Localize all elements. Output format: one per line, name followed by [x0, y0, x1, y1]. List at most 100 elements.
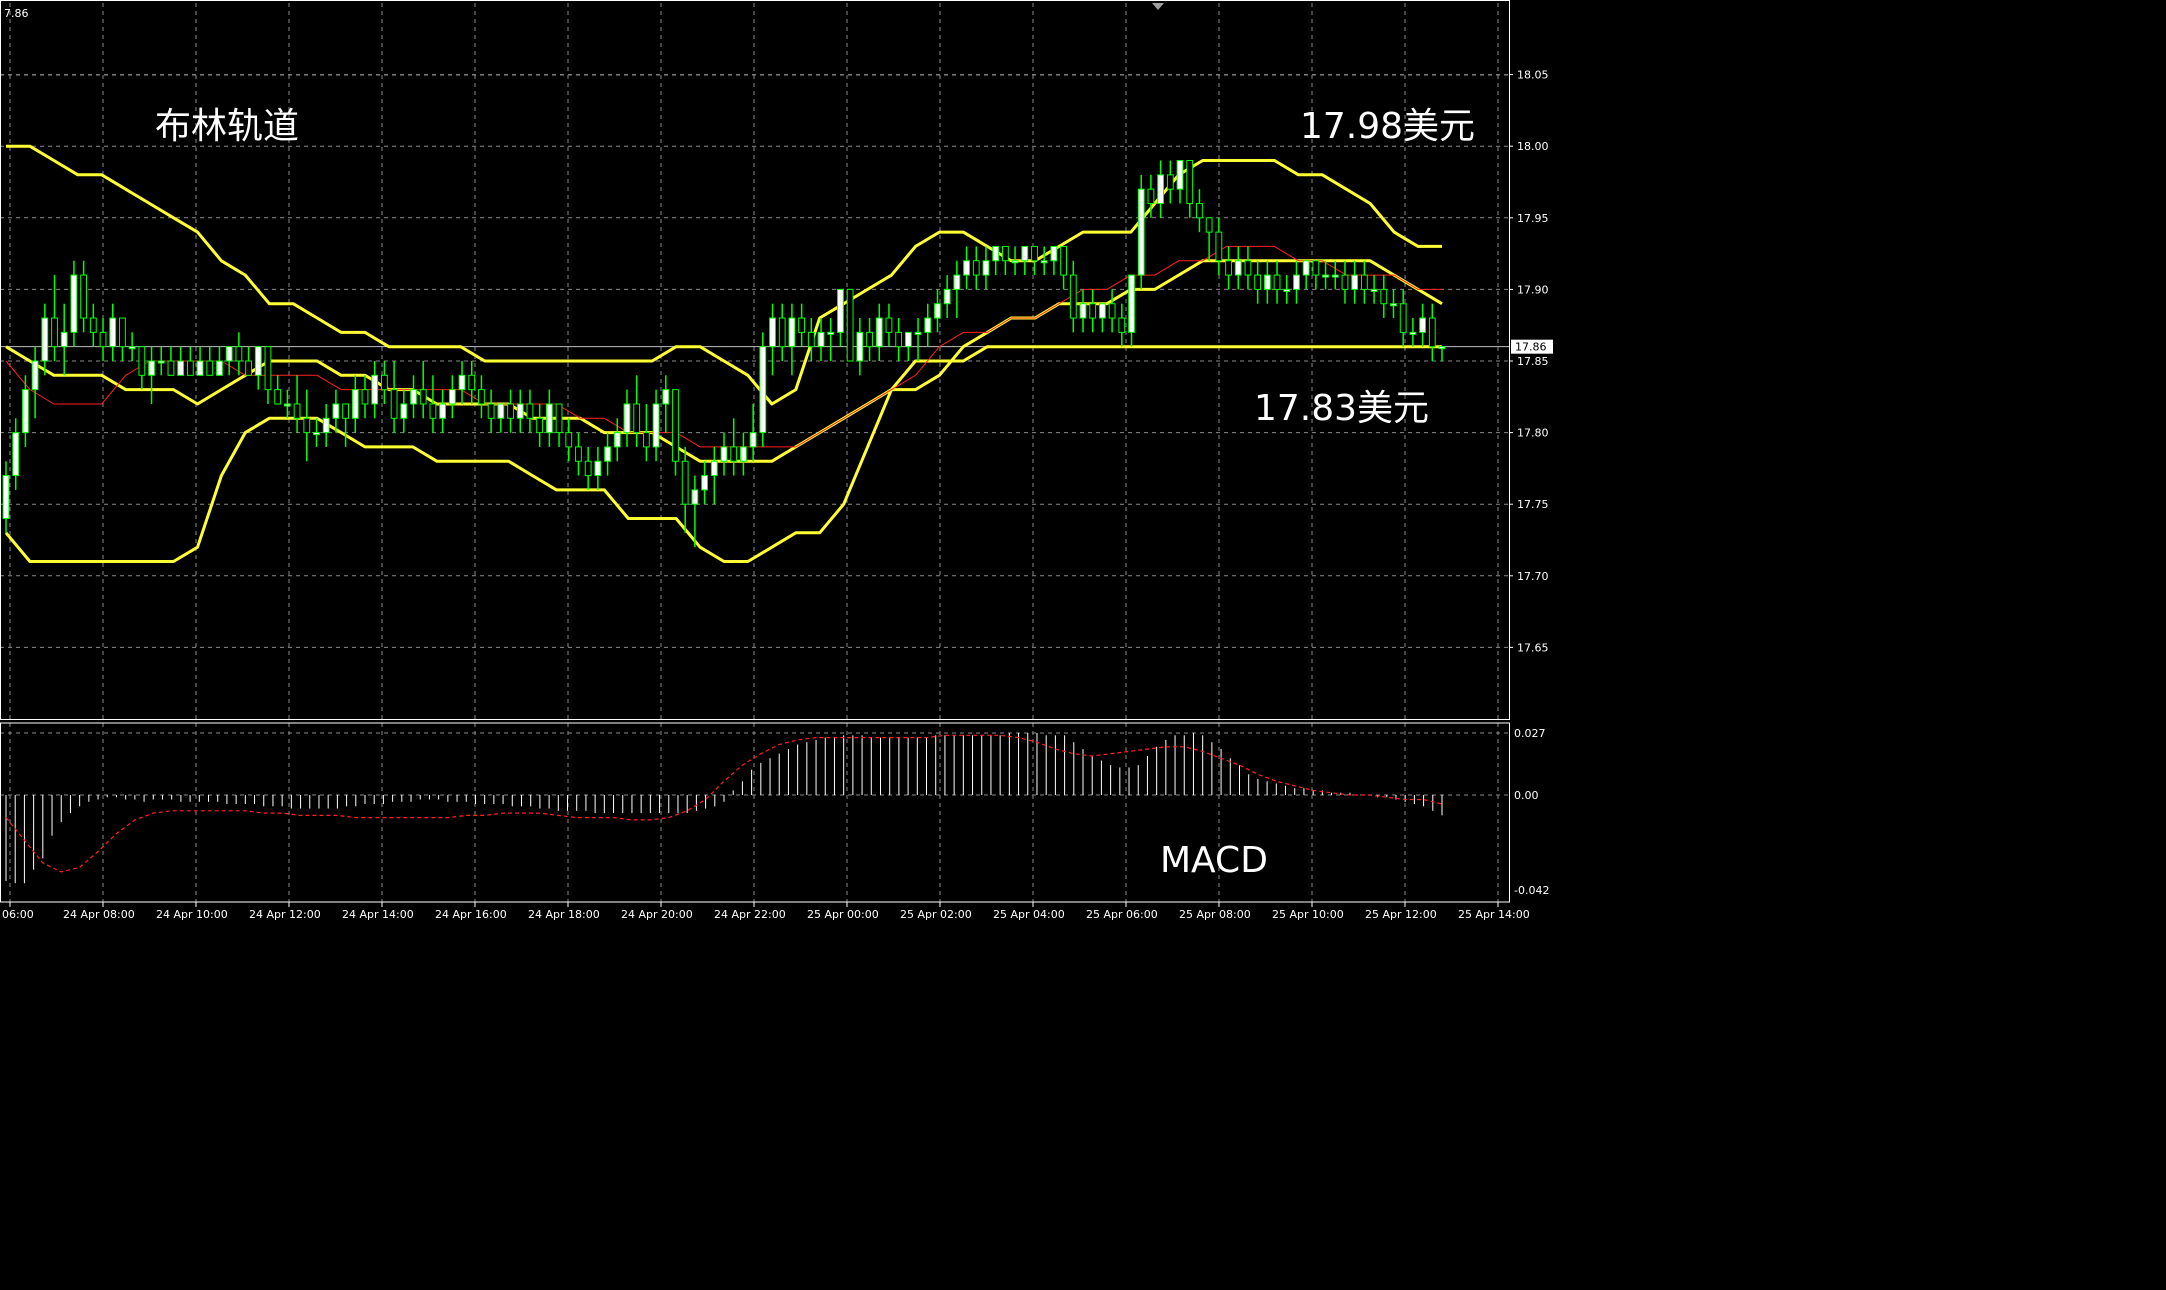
candle-bull	[1128, 274, 1135, 333]
candle-bull	[875, 317, 883, 348]
trading-chart[interactable]: 18.05 18.00 17.95 17.90 17.85 17.80 17.75 17.70…	[0, 0, 1567, 933]
candle-bear	[1225, 260, 1232, 276]
candle-bear	[1399, 303, 1407, 333]
candle-bear	[89, 317, 97, 333]
y-tick-label: 17.75	[1517, 498, 1549, 511]
y-tick-label: 17.65	[1517, 641, 1549, 654]
candle-bull	[1293, 274, 1300, 290]
candle-bull	[439, 403, 447, 419]
candle-bear	[274, 389, 282, 405]
candle-bear	[1360, 274, 1368, 290]
candle-bull	[216, 360, 223, 376]
candle-bull	[1419, 317, 1427, 333]
candle-bear	[1312, 260, 1320, 276]
candle-bull	[943, 288, 951, 305]
candle-bear	[846, 288, 854, 362]
candle-bull	[1137, 188, 1145, 276]
candle-bull	[914, 331, 922, 335]
candle-bear	[186, 360, 194, 376]
candle-bear	[1031, 245, 1038, 262]
candle-bear	[342, 403, 350, 419]
candle-bear	[487, 403, 495, 419]
main-title: 布林轨道	[155, 106, 299, 147]
candle-bear	[672, 389, 679, 462]
y-tick-label: 18.05	[1517, 69, 1549, 82]
macd-y-tick-label: -0.042	[1514, 884, 1549, 897]
candle-bear	[1244, 260, 1252, 276]
candle-bull	[225, 346, 233, 362]
candle-bear	[1186, 160, 1194, 204]
candle-bear	[1166, 174, 1174, 190]
candle-bull	[1176, 160, 1184, 190]
top-left-price: 7.86	[4, 7, 29, 20]
candle-bull	[1370, 288, 1378, 292]
candle-bull	[254, 346, 262, 376]
candle-bull	[1098, 303, 1106, 319]
candle-bull	[759, 346, 767, 434]
candle-bull	[12, 432, 20, 477]
candle-bear	[303, 417, 311, 434]
candle-bull	[313, 432, 320, 436]
candle-bull	[1302, 260, 1310, 276]
candle-bull	[1409, 331, 1417, 335]
candle-bear	[1196, 202, 1203, 219]
candle-bear	[642, 432, 650, 448]
x-tick-label: 25 Apr 06:00	[1086, 908, 1158, 921]
candle-bear	[80, 274, 88, 319]
candle-bull	[2, 475, 10, 520]
x-tick-label: 25 Apr 08:00	[1179, 908, 1251, 921]
candle-bull	[1157, 174, 1165, 204]
lower-price-annotation: 17.83美元	[1254, 388, 1429, 429]
candle-bull	[458, 374, 466, 391]
candle-bear	[1428, 317, 1436, 348]
y-tick-label: 17.70	[1517, 570, 1549, 583]
x-tick-label: 24 Apr 22:00	[714, 908, 786, 921]
candle-bear	[1341, 274, 1349, 290]
candle-bull	[1263, 274, 1271, 290]
candle-bull	[652, 403, 660, 448]
upper-price-annotation: 17.98美元	[1300, 106, 1475, 147]
candle-bear	[778, 317, 786, 348]
x-tick-label: 25 Apr 12:00	[1365, 908, 1437, 921]
candle-bull	[710, 460, 718, 477]
x-tick-label: 24 Apr 16:00	[435, 908, 507, 921]
candle-bull	[691, 489, 699, 505]
candle-bear	[807, 331, 815, 348]
candle-bear	[380, 374, 388, 391]
candle-bear	[1069, 274, 1077, 319]
candle-bear	[1273, 274, 1281, 290]
candle-bear	[575, 446, 582, 462]
candle-bull	[1390, 303, 1397, 307]
candle-bear	[419, 389, 427, 405]
x-tick-label: 06:00	[2, 908, 34, 921]
candle-bear	[1254, 274, 1262, 290]
candle-bear	[1089, 303, 1097, 319]
candle-bull	[70, 274, 78, 333]
candle-bear	[866, 331, 873, 348]
candle-bear	[972, 260, 980, 276]
x-tick-label: 25 Apr 10:00	[1272, 908, 1344, 921]
candle-bull	[739, 446, 747, 462]
candle-bear	[1215, 231, 1223, 262]
candle-bear	[138, 346, 146, 376]
candle-bull	[351, 389, 359, 419]
x-tick-label: 25 Apr 02:00	[900, 908, 972, 921]
candle-bull	[128, 346, 136, 350]
candle-bull	[497, 403, 505, 419]
candle-bear	[565, 432, 573, 448]
candle-bull	[856, 331, 864, 362]
candle-bull	[1079, 303, 1087, 319]
x-tick-label: 24 Apr 12:00	[249, 908, 321, 921]
candle-bear	[1147, 188, 1155, 204]
candle-bear	[293, 403, 301, 419]
candle-bull	[982, 260, 990, 276]
macd-y-tick-label: 0.00	[1514, 789, 1539, 802]
candle-bull	[623, 403, 631, 434]
candle-bear	[429, 403, 437, 419]
candle-bull	[516, 403, 524, 419]
candle-bear	[681, 460, 689, 505]
candle-bull	[963, 260, 970, 276]
candle-bull	[720, 446, 728, 462]
candle-bull	[1322, 274, 1329, 278]
x-tick-label: 25 Apr 04:00	[993, 908, 1065, 921]
